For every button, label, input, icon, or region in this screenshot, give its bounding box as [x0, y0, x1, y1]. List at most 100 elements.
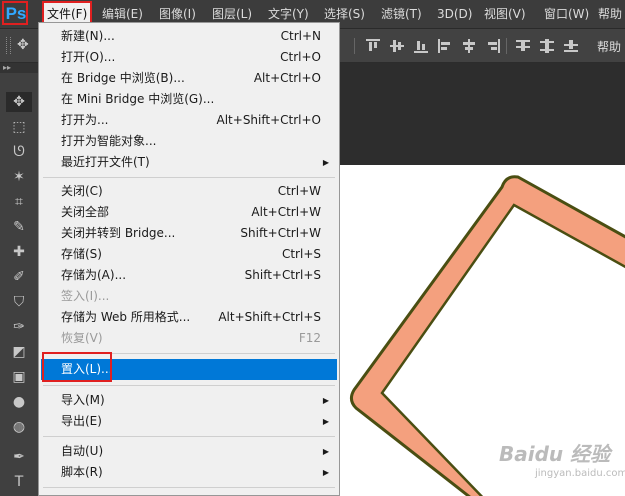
menu-item-shortcut: Ctrl+S	[281, 247, 321, 261]
distribute-top-icon[interactable]	[516, 39, 530, 53]
menu-item-label: 置入(L)...	[61, 362, 113, 376]
align-bottom-icon[interactable]	[414, 39, 428, 53]
menu-item-open[interactable]: 打开(O)... Ctrl+O	[41, 47, 337, 68]
menu-separator	[43, 385, 335, 386]
menu-item-save-for-web[interactable]: 存储为 Web 所用格式... Alt+Shift+Ctrl+S	[41, 307, 337, 328]
marquee-tool-icon[interactable]: ⬚	[6, 117, 32, 137]
distribute-bottom-icon[interactable]	[564, 39, 578, 53]
menu-item-label: 最近打开文件(T)	[61, 155, 150, 169]
align-vertical-center-icon[interactable]	[390, 39, 404, 53]
brush-tool-icon[interactable]: ✐	[6, 267, 32, 287]
menu-item-label: 打开为...	[61, 113, 109, 127]
menu-item-shortcut: Ctrl+N	[280, 29, 321, 43]
options-separator	[506, 38, 507, 54]
menu-separator	[43, 353, 335, 354]
align-right-icon[interactable]	[486, 39, 500, 53]
magic-wand-tool-icon[interactable]: ✶	[6, 167, 32, 187]
submenu-arrow-icon: ▶	[322, 396, 329, 405]
align-horizontal-center-icon[interactable]	[462, 39, 476, 53]
submenu-arrow-icon: ▶	[322, 447, 329, 456]
menu-item-check-in: 签入(I)...	[41, 286, 337, 307]
menu-item-import[interactable]: 导入(M) ▶	[41, 390, 337, 411]
move-tool-icon[interactable]: ✥	[6, 92, 32, 112]
options-separator	[354, 38, 355, 54]
submenu-arrow-icon: ▶	[322, 468, 329, 477]
crop-tool-icon[interactable]: ⌗	[6, 192, 32, 212]
workspace-background	[340, 63, 625, 165]
menu-item-shortcut: Alt+Ctrl+O	[253, 71, 321, 85]
type-tool-icon[interactable]: T	[6, 472, 32, 492]
menu-item-shortcut: Alt+Ctrl+W	[251, 205, 321, 219]
submenu-arrow-icon: ▶	[322, 417, 329, 426]
menu-item-label: 存储为 Web 所用格式...	[61, 310, 191, 324]
menu-item-open-as[interactable]: 打开为... Alt+Shift+Ctrl+O	[41, 110, 337, 131]
watermark: Baidu 经验 jingyan.baidu.com	[493, 438, 625, 496]
menu-item-label: 关闭全部	[61, 205, 110, 219]
menu-view[interactable]: 视图(V)	[480, 3, 530, 25]
menu-item-close-go-bridge[interactable]: 关闭并转到 Bridge... Shift+Ctrl+W	[41, 223, 337, 244]
menu-item-label: 在 Bridge 中浏览(B)...	[61, 71, 185, 85]
menu-item-label: 脚本(R)	[61, 465, 103, 479]
menu-item-label: 存储(S)	[61, 247, 102, 261]
menu-item-automate[interactable]: 自动(U) ▶	[41, 441, 337, 462]
watermark-url: jingyan.baidu.com	[535, 468, 625, 479]
menu-item-revert: 恢复(V) F12	[41, 328, 337, 349]
menu-item-open-as-smart-object[interactable]: 打开为智能对象...	[41, 131, 337, 152]
menu-item-label: 签入(I)...	[61, 289, 110, 303]
menu-separator	[43, 487, 335, 488]
options-grip-icon	[6, 37, 11, 54]
menu-item-browse-bridge[interactable]: 在 Bridge 中浏览(B)... Alt+Ctrl+O	[41, 68, 337, 89]
tools-panel-collapse-icon[interactable]: ▸▸	[0, 63, 38, 73]
menu-item-label: 恢复(V)	[61, 331, 103, 345]
menu-item-browse-mini-bridge[interactable]: 在 Mini Bridge 中浏览(G)...	[41, 89, 337, 110]
photoshop-logo: Ps	[5, 4, 27, 23]
history-brush-tool-icon[interactable]: ✑	[6, 317, 32, 337]
options-bar-help-text: 帮助	[597, 40, 622, 54]
menu-item-label: 关闭(C)	[61, 184, 103, 198]
menu-item-shortcut: Shift+Ctrl+S	[244, 268, 321, 282]
menu-item-label: 新建(N)...	[61, 29, 115, 43]
menu-item-close[interactable]: 关闭(C) Ctrl+W	[41, 181, 337, 202]
pen-tool-icon[interactable]: ✒	[6, 447, 32, 467]
menu-item-shortcut: Alt+Shift+Ctrl+S	[218, 310, 321, 324]
lasso-tool-icon[interactable]: ᘎ	[6, 142, 32, 162]
menu-item-save-as[interactable]: 存储为(A)... Shift+Ctrl+S	[41, 265, 337, 286]
menu-item-label: 导出(E)	[61, 414, 102, 428]
menu-item-shortcut: Ctrl+O	[280, 50, 321, 64]
submenu-arrow-icon: ▶	[322, 158, 329, 167]
menu-item-place[interactable]: 置入(L)...	[41, 359, 337, 380]
menu-item-close-all[interactable]: 关闭全部 Alt+Ctrl+W	[41, 202, 337, 223]
menu-item-label: 在 Mini Bridge 中浏览(G)...	[61, 92, 215, 106]
blur-tool-icon[interactable]: ●	[6, 392, 32, 412]
eraser-tool-icon[interactable]: ◩	[6, 342, 32, 362]
menu-item-label: 打开为智能对象...	[61, 134, 157, 148]
clone-stamp-tool-icon[interactable]: ⛉	[6, 292, 32, 312]
menu-separator	[43, 177, 335, 178]
menu-filter[interactable]: 滤镜(T)	[377, 3, 426, 25]
menu-3d[interactable]: 3D(D)	[433, 3, 476, 25]
healing-brush-tool-icon[interactable]: ✚	[6, 242, 32, 262]
menu-item-label: 关闭并转到 Bridge...	[61, 226, 176, 240]
menu-item-shortcut: F12	[298, 331, 321, 345]
menu-item-label: 导入(M)	[61, 393, 105, 407]
gradient-tool-icon[interactable]: ▣	[6, 367, 32, 387]
menu-item-label: 打开(O)...	[61, 50, 116, 64]
menu-item-recent-files[interactable]: 最近打开文件(T) ▶	[41, 152, 337, 173]
menu-item-save[interactable]: 存储(S) Ctrl+S	[41, 244, 337, 265]
eyedropper-tool-icon[interactable]: ✎	[6, 217, 32, 237]
menu-item-shortcut: Alt+Shift+Ctrl+O	[216, 113, 321, 127]
align-left-icon[interactable]	[438, 39, 452, 53]
menu-window[interactable]: 窗口(W)	[540, 3, 593, 25]
watermark-brand: Baidu 经验	[499, 442, 611, 466]
menu-item-export[interactable]: 导出(E) ▶	[41, 411, 337, 432]
menu-item-new[interactable]: 新建(N)... Ctrl+N	[41, 26, 337, 47]
menu-item-shortcut: Ctrl+W	[277, 184, 321, 198]
menu-help[interactable]: 帮助	[594, 3, 625, 25]
menu-separator	[43, 436, 335, 437]
align-top-icon[interactable]	[366, 39, 380, 53]
distribute-vertical-center-icon[interactable]	[540, 39, 554, 53]
menu-item-label: 自动(U)	[61, 444, 104, 458]
menu-item-scripts[interactable]: 脚本(R) ▶	[41, 462, 337, 483]
dodge-tool-icon[interactable]: ◍	[6, 417, 32, 437]
move-tool-preset-icon[interactable]: ✥	[17, 37, 33, 53]
